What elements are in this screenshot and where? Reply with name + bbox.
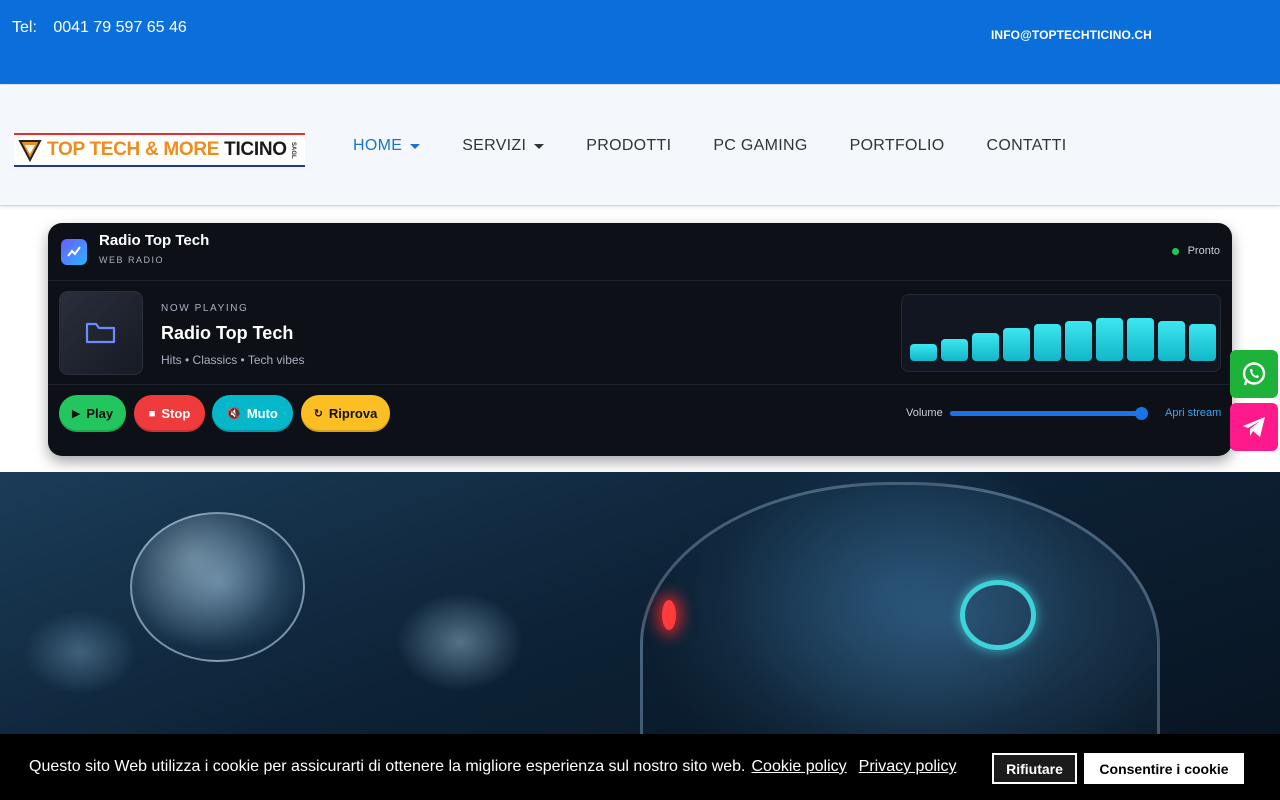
- pulse-icon: [67, 246, 81, 257]
- mute-button[interactable]: 🔇 Muto: [212, 395, 293, 432]
- volume-fill: [950, 411, 1142, 416]
- logo-text-part3: TICINO: [219, 139, 287, 160]
- nav-item-label: SERVIZI: [462, 137, 527, 154]
- nav-item-label: PRODOTTI: [586, 137, 672, 154]
- nav-item-label: HOME: [353, 137, 403, 154]
- nav-item-prodotti[interactable]: PRODOTTI: [586, 137, 671, 155]
- stop-label: Stop: [161, 406, 191, 421]
- nav-item-label: PC GAMING: [713, 137, 808, 154]
- volume-label: Volume: [906, 407, 943, 419]
- hero-light-decoration: [662, 600, 676, 630]
- stop-icon: ■: [148, 407, 156, 420]
- cookie-banner: Questo sito Web utilizza i cookie per as…: [0, 734, 1280, 800]
- retry-button[interactable]: ↻ Riprova: [301, 395, 390, 432]
- nav-item-home[interactable]: HOME: [353, 137, 421, 155]
- mute-label: Muto: [246, 406, 278, 421]
- status-dot-icon: [1171, 247, 1179, 255]
- stop-button[interactable]: ■ Stop: [134, 395, 205, 432]
- now-playing-title: Radio Top Tech: [161, 323, 294, 343]
- open-stream-link[interactable]: Apri stream: [1165, 407, 1221, 419]
- visualizer-bar: [1096, 318, 1123, 361]
- status-text: Pronto: [1187, 245, 1220, 257]
- visualizer-bar: [1189, 324, 1216, 361]
- nav-item-contatti[interactable]: CONTATTI: [986, 137, 1066, 155]
- logo-text-part2: MORE: [163, 139, 220, 160]
- now-playing-label: NOW PLAYING: [161, 303, 249, 314]
- site-logo[interactable]: TOP TECH & MORE TICINO SAGL: [14, 133, 305, 167]
- folder-icon: [85, 322, 116, 344]
- audio-visualizer: [901, 294, 1221, 372]
- visualizer-bar: [910, 344, 937, 361]
- play-label: Play: [86, 406, 114, 421]
- radio-logo-icon: [61, 239, 87, 265]
- telegram-button[interactable]: [1230, 403, 1278, 451]
- play-button[interactable]: ▶ Play: [59, 395, 126, 432]
- hero-ring-decoration: [960, 580, 1036, 650]
- hero-orb-decoration: [130, 512, 305, 662]
- album-cover: [59, 291, 143, 375]
- reject-cookies-button[interactable]: Rifiutare: [992, 753, 1077, 784]
- whatsapp-button[interactable]: [1230, 350, 1278, 398]
- nav-item-label: CONTATTI: [986, 137, 1067, 154]
- privacy-policy-link[interactable]: Privacy policy: [859, 758, 957, 775]
- volume-handle[interactable]: [1135, 407, 1148, 420]
- nav-item-pc-gaming[interactable]: PC GAMING: [713, 137, 807, 155]
- retry-label: Riprova: [328, 406, 378, 421]
- cookie-policy-link[interactable]: Cookie policy: [751, 758, 846, 775]
- caret-down-icon: [534, 143, 545, 149]
- refresh-icon: ↻: [313, 408, 323, 420]
- logo-text: TOP TECH & MORE TICINO: [47, 139, 287, 161]
- now-playing-desc: Hits • Classics • Tech vibes: [161, 353, 305, 367]
- visualizer-bar: [1065, 321, 1092, 361]
- status-badge: Pronto: [1171, 245, 1220, 257]
- speaker-mute-icon: 🔇: [227, 408, 241, 420]
- cookie-message: Questo sito Web utilizza i cookie per as…: [29, 758, 956, 776]
- radio-header: Radio Top Tech WEB RADIO Pronto: [48, 223, 1232, 281]
- now-playing-section: NOW PLAYING Radio Top Tech Hits • Classi…: [48, 281, 1232, 385]
- logo-text-part1: TOP TECH &: [47, 139, 164, 160]
- play-icon: ▶: [71, 408, 81, 420]
- radio-subtitle: WEB RADIO: [99, 255, 165, 265]
- volume-slider[interactable]: [950, 407, 1148, 420]
- top-contact-bar: Tel: 0041 79 597 65 46 INFO@TOPTECHTICIN…: [0, 0, 1280, 84]
- accept-cookies-button[interactable]: Consentire i cookie: [1084, 753, 1244, 784]
- nav-item-label: PORTFOLIO: [849, 137, 945, 154]
- caret-down-icon: [410, 143, 421, 149]
- radio-player: Radio Top Tech WEB RADIO Pronto NOW PLAY…: [48, 223, 1232, 456]
- visualizer-bar: [941, 339, 968, 361]
- phone-label: Tel:: [12, 19, 37, 36]
- logo-shield-icon: [18, 140, 42, 163]
- phone-number[interactable]: 0041 79 597 65 46: [53, 19, 186, 36]
- nav-item-portfolio[interactable]: PORTFOLIO: [850, 137, 945, 155]
- telegram-icon: [1243, 417, 1265, 437]
- cookie-text: Questo sito Web utilizza i cookie per as…: [29, 758, 746, 775]
- visualizer-bar: [972, 333, 999, 361]
- email-link[interactable]: INFO@TOPTECHTICINO.CH: [991, 28, 1152, 42]
- visualizer-bar: [1003, 328, 1030, 361]
- phone-info[interactable]: Tel: 0041 79 597 65 46: [12, 19, 187, 37]
- nav-item-servizi[interactable]: SERVIZI: [462, 137, 545, 155]
- visualizer-bar: [1127, 318, 1154, 361]
- visualizer-bar: [1034, 324, 1061, 361]
- main-navbar: TOP TECH & MORE TICINO SAGL HOME SERVIZI…: [0, 84, 1280, 206]
- visualizer-bar: [1158, 321, 1185, 361]
- player-controls: ▶ Play ■ Stop 🔇 Muto ↻ Riprova Volume Apri s…: [48, 385, 1232, 456]
- logo-suffix: SAGL: [289, 141, 296, 159]
- radio-title: Radio Top Tech: [99, 232, 210, 249]
- whatsapp-icon: [1242, 362, 1266, 386]
- nav-menu: HOME SERVIZI PRODOTTI PC GAMING PORTFOLI…: [353, 137, 1109, 155]
